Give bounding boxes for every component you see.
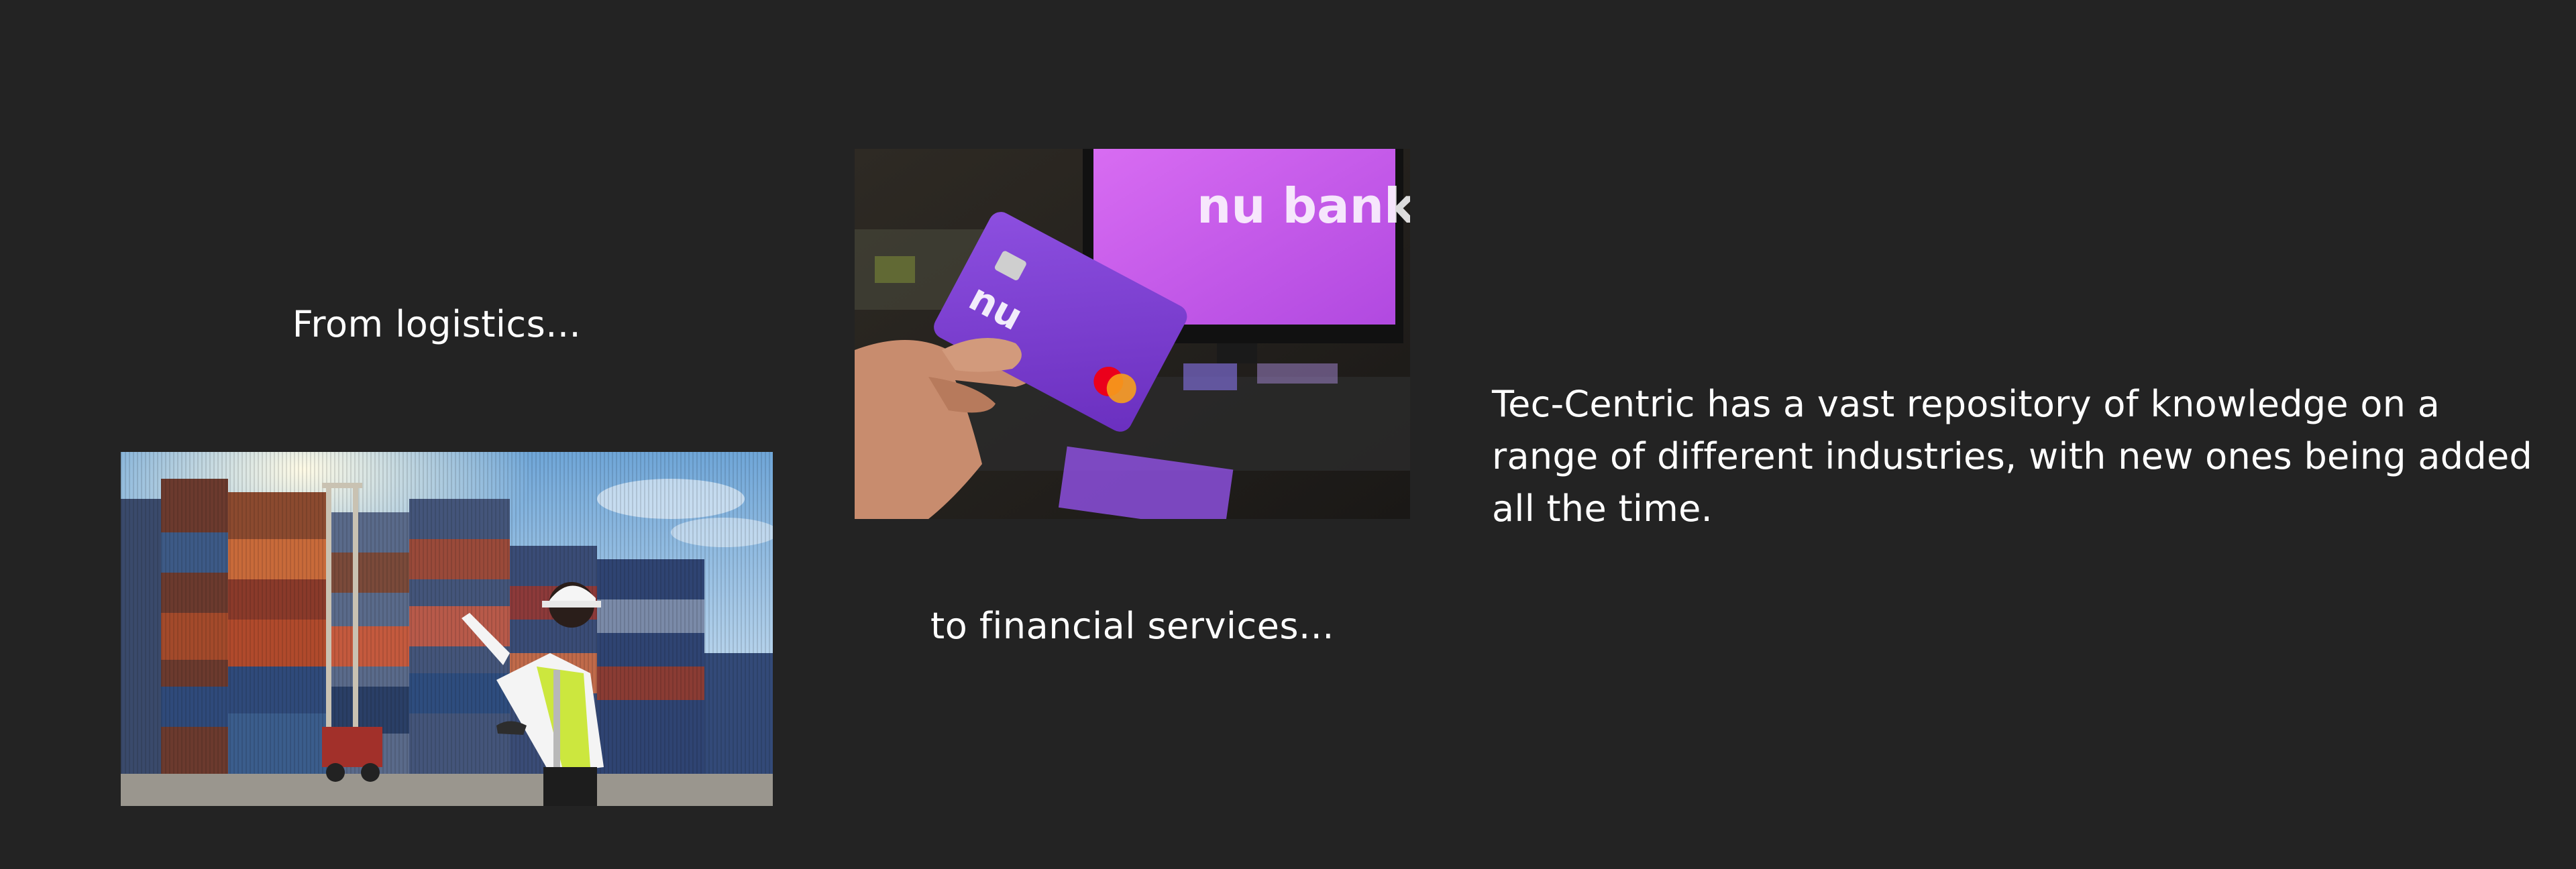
logistics-photo-art — [121, 452, 773, 806]
financial-photo: nu bank nu — [855, 149, 1410, 519]
financial-photo-art: nu bank nu — [855, 149, 1410, 519]
body-text: Tec-Centric has a vast repository of kno… — [1492, 383, 2533, 530]
caption-financial: to financial services... — [930, 605, 1334, 647]
logistics-photo — [121, 452, 773, 806]
screen-nu-logo: nu bank — [1197, 178, 1410, 234]
caption-logistics: From logistics... — [292, 303, 582, 345]
